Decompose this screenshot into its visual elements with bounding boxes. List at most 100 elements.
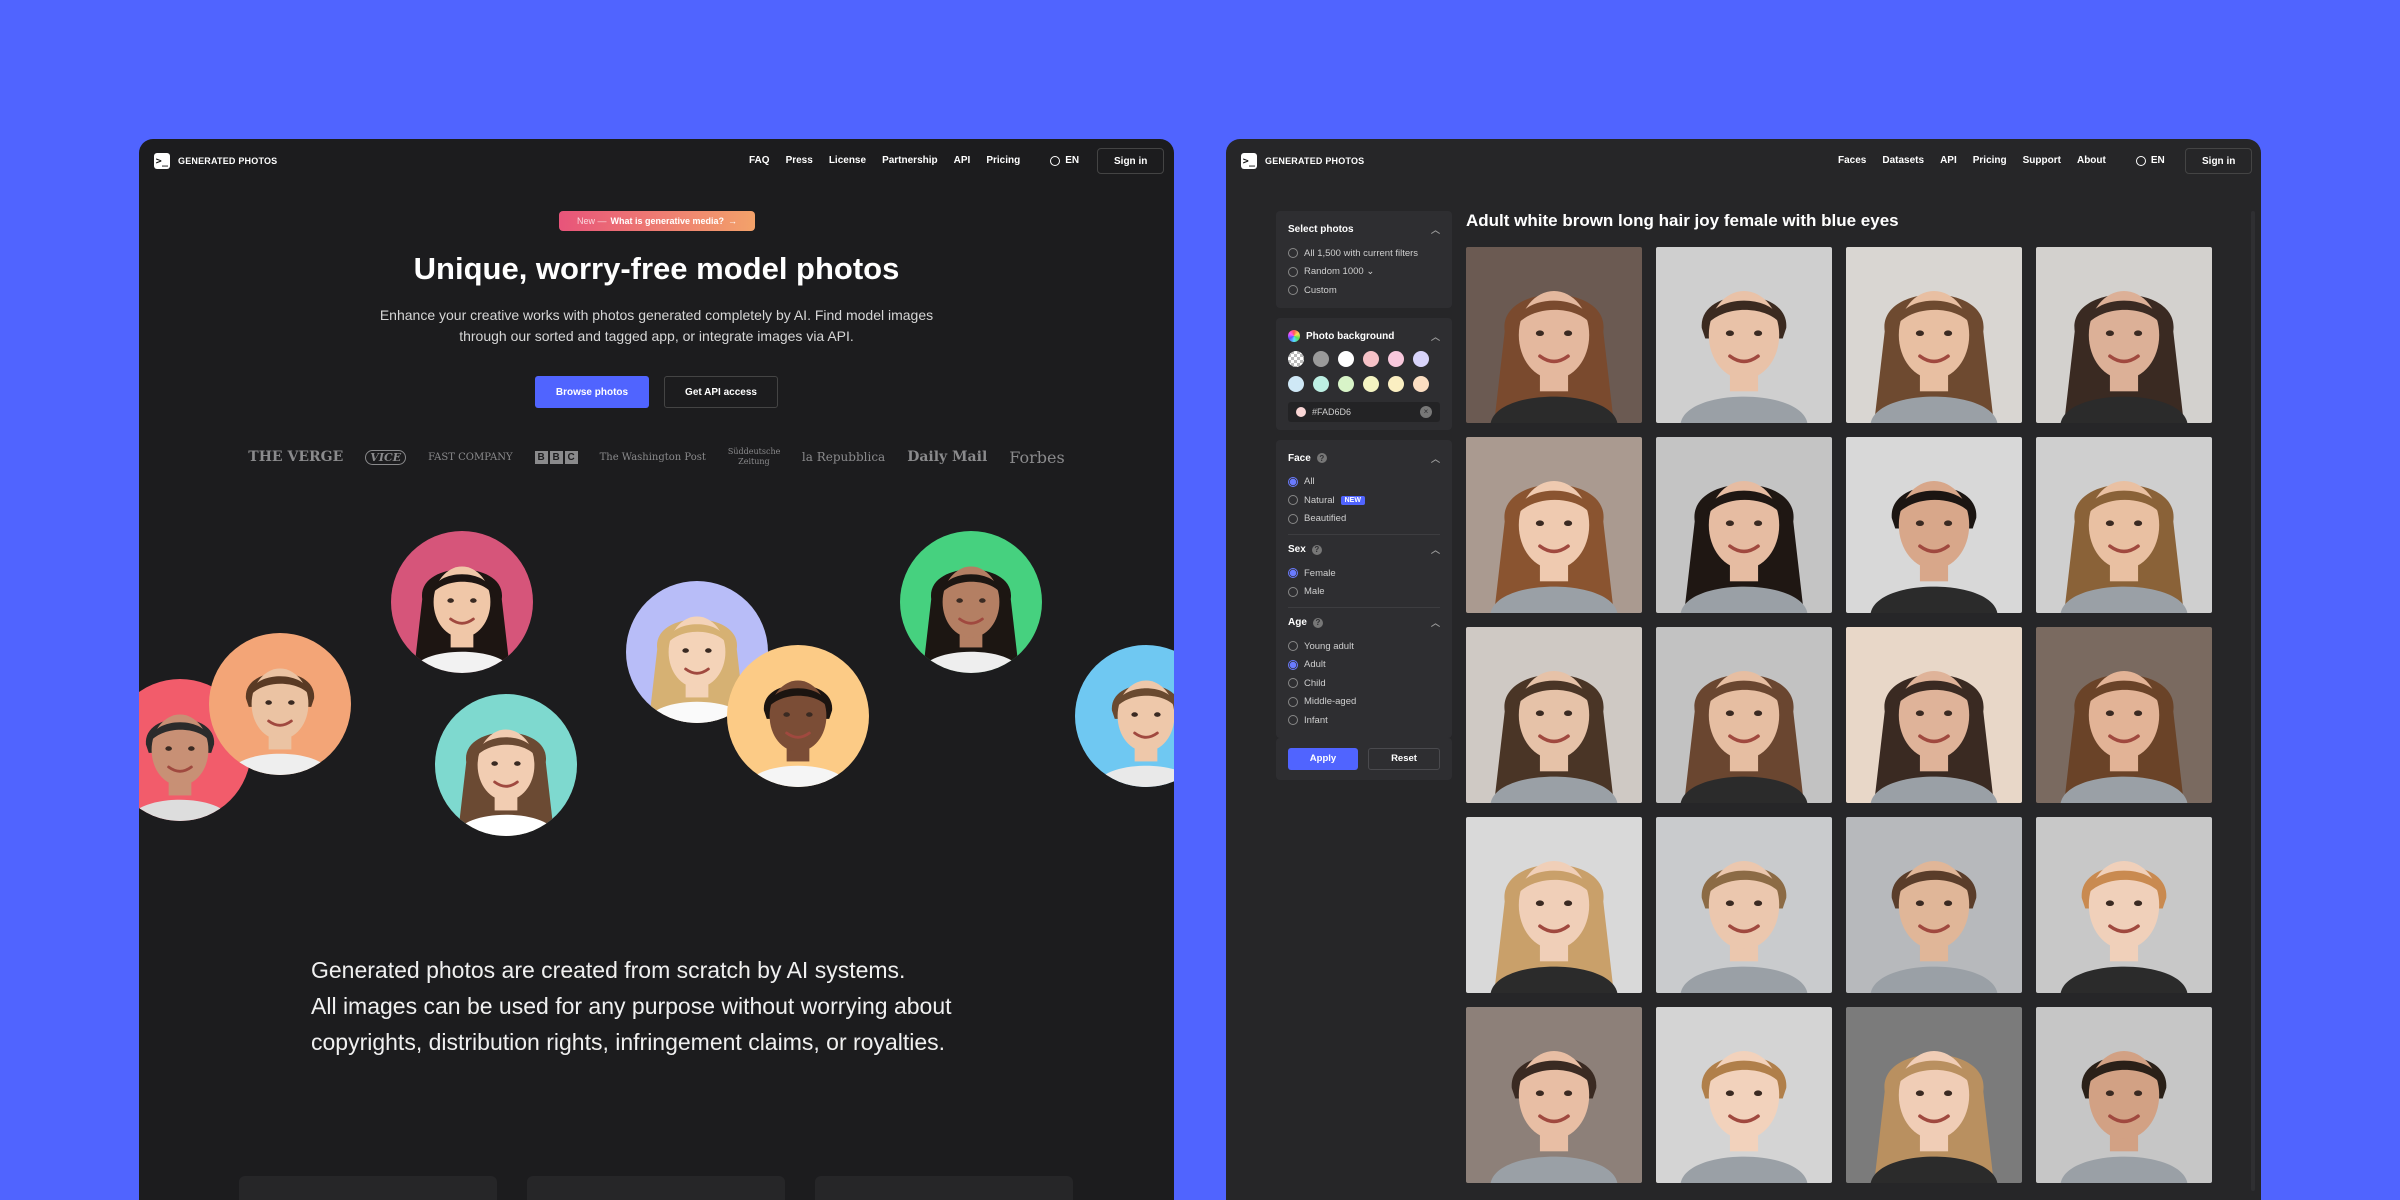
get-api-access-button[interactable]: Get API access [664, 376, 778, 408]
face-photo[interactable] [1846, 1007, 2022, 1183]
radio-age-middle-aged[interactable]: Middle-aged [1288, 693, 1440, 712]
radio-age-adult[interactable]: Adult [1288, 656, 1440, 675]
color-swatch[interactable] [1313, 350, 1329, 367]
reset-button[interactable]: Reset [1368, 747, 1440, 770]
radio-face-all[interactable]: All [1288, 473, 1440, 492]
radio-random-1000[interactable]: Random 1000 ⌄ [1288, 263, 1440, 282]
face-photo[interactable] [2036, 247, 2212, 423]
nav-about[interactable]: About [2077, 155, 2106, 166]
radio-custom[interactable]: Custom [1288, 281, 1440, 300]
face-photo[interactable] [1466, 1007, 1642, 1183]
nav-press[interactable]: Press [786, 155, 813, 166]
age-header[interactable]: Age? ︿ [1288, 616, 1440, 629]
apply-button[interactable]: Apply [1288, 747, 1358, 770]
site-logo[interactable]: >_ GENERATED PHOTOS [1241, 153, 1364, 169]
radio-age-child[interactable]: Child [1288, 674, 1440, 693]
radio-face-natural[interactable]: Natural NEW [1288, 491, 1440, 510]
background-title: Photo background [1306, 330, 1395, 342]
nav-datasets[interactable]: Datasets [1882, 155, 1924, 166]
face-photo[interactable] [1846, 627, 2022, 803]
select-photos-title: Select photos [1288, 224, 1354, 235]
avatar [1075, 645, 1174, 787]
logo-forbes: Forbes [1009, 447, 1065, 467]
description-line: Generated photos are created from scratc… [311, 957, 906, 983]
info-icon[interactable]: ? [1316, 453, 1327, 463]
chevron-up-icon: ︿ [1430, 545, 1440, 555]
face-photo[interactable] [1466, 437, 1642, 613]
radio-age-infant[interactable]: Infant [1288, 711, 1440, 730]
radio-icon [1288, 266, 1298, 277]
face-photo[interactable] [1846, 247, 2022, 423]
nav-api[interactable]: API [1940, 155, 1957, 166]
nav-license[interactable]: License [829, 155, 866, 166]
color-swatch[interactable] [1288, 350, 1304, 367]
radio-all-filtered[interactable]: All 1,500 with current filters [1288, 244, 1440, 263]
face-photo[interactable] [2036, 1007, 2212, 1183]
sign-in-button[interactable]: Sign in [2185, 148, 2253, 174]
browse-photos-button[interactable]: Browse photos [535, 376, 649, 408]
nav-api[interactable]: API [954, 155, 971, 166]
radio-sex-male[interactable]: Male [1288, 583, 1440, 602]
radio-label: Male [1304, 586, 1325, 598]
color-swatch[interactable] [1388, 350, 1404, 367]
color-swatch[interactable] [1413, 375, 1429, 392]
site-logo[interactable]: >_ GENERATED PHOTOS [154, 153, 277, 169]
face-photo[interactable] [1656, 437, 1832, 613]
face-photo[interactable] [1466, 817, 1642, 993]
info-icon[interactable]: ? [1312, 617, 1323, 628]
select-photos-block: Select photos ︿ All 1,500 with current f… [1276, 211, 1452, 308]
face-photo[interactable] [1656, 1007, 1832, 1183]
color-swatch[interactable] [1363, 350, 1379, 367]
announcement-pill[interactable]: New — What is generative media? → [559, 211, 755, 231]
chevron-up-icon: ︿ [1430, 225, 1440, 235]
nav-faq[interactable]: FAQ [749, 155, 770, 166]
color-swatch[interactable] [1313, 375, 1329, 392]
face-photo[interactable] [1466, 627, 1642, 803]
radio-age-young-adult[interactable]: Young adult [1288, 637, 1440, 656]
scrollbar[interactable] [2251, 211, 2255, 1191]
sex-header[interactable]: Sex? ︿ [1288, 543, 1440, 556]
color-swatch[interactable] [1338, 375, 1354, 392]
results-title: Adult white brown long hair joy female w… [1466, 211, 1899, 230]
face-photo[interactable] [1656, 817, 1832, 993]
face-photo[interactable] [2036, 817, 2212, 993]
face-photo[interactable] [1656, 627, 1832, 803]
face-photo[interactable] [1466, 247, 1642, 423]
face-photo[interactable] [1846, 437, 2022, 613]
color-swatch[interactable] [1413, 350, 1429, 367]
nav-pricing[interactable]: Pricing [986, 155, 1020, 166]
radio-sex-female[interactable]: Female [1288, 564, 1440, 583]
face-photo[interactable] [1846, 817, 2022, 993]
language-switcher[interactable]: EN [1050, 155, 1079, 166]
face-photo[interactable] [2036, 627, 2212, 803]
color-chip [1296, 406, 1306, 417]
radio-icon [1288, 659, 1298, 670]
face-photo[interactable] [1656, 247, 1832, 423]
color-swatch[interactable] [1388, 375, 1404, 392]
radio-face-beautified[interactable]: Beautified [1288, 510, 1440, 529]
color-swatch[interactable] [1363, 375, 1379, 392]
nav-faces[interactable]: Faces [1838, 155, 1866, 166]
background-header[interactable]: Photo background ︿ [1288, 330, 1440, 343]
description-line: copyrights, distribution rights, infring… [311, 1029, 946, 1055]
sign-in-button[interactable]: Sign in [1097, 148, 1165, 174]
radio-icon [1288, 495, 1298, 506]
faces-app-window: >_ GENERATED PHOTOS Faces Datasets API P… [1226, 139, 2261, 1200]
nav-partnership[interactable]: Partnership [882, 155, 938, 166]
clear-icon[interactable]: × [1420, 405, 1432, 418]
color-swatch[interactable] [1288, 375, 1304, 392]
pill-prefix: New — [576, 216, 607, 226]
hex-color-input[interactable]: #FAD6D6 × [1288, 401, 1440, 422]
info-icon[interactable]: ? [1311, 544, 1322, 555]
description-line: All images can be used for any purpose w… [311, 993, 952, 1019]
hex-value: #FAD6D6 [1312, 406, 1352, 417]
nav-pricing[interactable]: Pricing [1973, 155, 2007, 166]
radio-icon [1288, 476, 1298, 487]
face-header[interactable]: Face? ︿ [1288, 452, 1440, 465]
color-swatch[interactable] [1338, 350, 1354, 367]
age-title-wrap: Age? [1288, 617, 1323, 628]
select-photos-header[interactable]: Select photos ︿ [1288, 223, 1440, 236]
nav-support[interactable]: Support [2023, 155, 2061, 166]
face-photo[interactable] [2036, 437, 2212, 613]
language-switcher[interactable]: EN [2135, 155, 2165, 166]
